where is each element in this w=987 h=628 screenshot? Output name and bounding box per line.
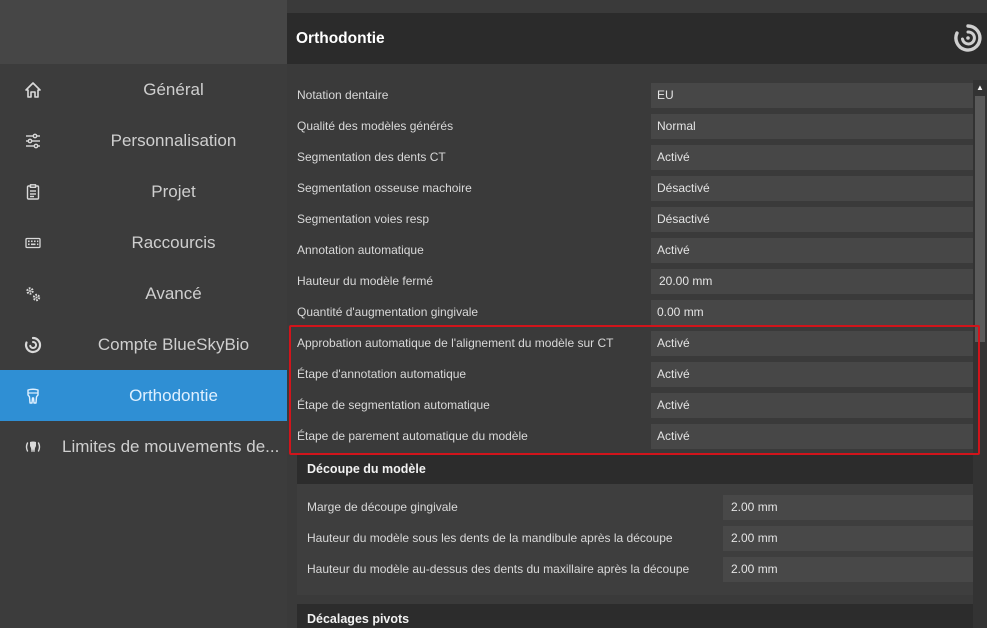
setting-value-dropdown[interactable]: Désactivé [651,207,973,232]
setting-label: Marge de découpe gingivale [307,500,458,514]
blueskybio-logo-icon [953,23,983,53]
sidebar-item-raccourcis[interactable]: Raccourcis [0,217,287,268]
setting-row-hauteur-maxillaire: Hauteur du modèle au-dessus des dents du… [297,554,973,585]
tooth-icon [24,387,42,405]
tooth-movement-icon [24,438,42,456]
sidebar-item-avance[interactable]: Avancé [0,268,287,319]
section-decalages-pivots: Décalages pivots [297,604,973,628]
setting-label: Segmentation voies resp [297,212,430,226]
section-body: Marge de découpe gingivale 2.00 mm Haute… [297,484,973,595]
sidebar-header [0,0,287,64]
sidebar: Général Personnalisation Projet Raccourc… [0,0,287,628]
setting-row-etape-segmentation: Étape de segmentation automatique Activé [287,390,973,421]
setting-value-dropdown[interactable]: Normal [651,114,973,139]
section-header[interactable]: Découpe du modèle [297,454,973,484]
setting-value-input[interactable]: 2.00 mm [723,557,973,582]
sidebar-item-orthodontie[interactable]: Orthodontie [0,370,287,421]
page-title: Orthodontie [296,29,385,47]
setting-value-dropdown[interactable]: Activé [651,424,973,449]
setting-value-input[interactable]: 0.00 mm [651,300,973,325]
setting-row-marge-decoupe: Marge de découpe gingivale 2.00 mm [297,492,973,523]
setting-label: Quantité d'augmentation gingivale [297,305,479,319]
setting-value-dropdown[interactable]: EU [651,83,973,108]
sliders-icon [24,132,42,150]
setting-row-approbation-alignement: Approbation automatique de l'alignement … [287,328,973,359]
vertical-scrollbar[interactable]: ▲ [973,80,987,628]
main-panel: Orthodontie Notation dentaire EU Qualité… [287,0,987,628]
home-icon [24,81,42,99]
setting-label: Étape de parement automatique du modèle [297,429,528,443]
sidebar-item-label: Raccourcis [131,232,216,252]
setting-value-dropdown[interactable]: Activé [651,331,973,356]
sidebar-item-label: Orthodontie [129,385,218,405]
setting-value-dropdown[interactable]: Activé [651,393,973,418]
sidebar-item-personnalisation[interactable]: Personnalisation [0,115,287,166]
sidebar-item-label: Compte BlueSkyBio [97,334,250,354]
scroll-up-arrow-icon[interactable]: ▲ [973,80,987,94]
clipboard-icon [24,183,42,201]
setting-label: Annotation automatique [297,243,424,257]
setting-value-dropdown[interactable]: Désactivé [651,176,973,201]
blueskybio-logo-icon [24,336,42,354]
setting-row-segmentation-dents-ct: Segmentation des dents CT Activé [287,142,973,173]
setting-label: Notation dentaire [297,88,389,102]
setting-row-annotation-automatique: Annotation automatique Activé [287,235,973,266]
section-decoupe-modele: Découpe du modèle Marge de découpe gingi… [297,454,973,595]
setting-value-input[interactable]: 20.00 mm [651,269,973,294]
setting-label: Hauteur du modèle sous les dents de la m… [307,531,673,545]
setting-value-dropdown[interactable]: Activé [651,362,973,387]
gears-icon [24,285,42,303]
setting-label: Segmentation des dents CT [297,150,446,164]
setting-row-hauteur-mandibule: Hauteur du modèle sous les dents de la m… [297,523,973,554]
main-header: Orthodontie [287,13,987,64]
sidebar-item-label: Avancé [145,283,202,303]
sidebar-item-label: Limites de mouvements de... [62,436,280,456]
setting-row-etape-parement: Étape de parement automatique du modèle … [287,421,973,452]
setting-row-qualite-modeles: Qualité des modèles générés Normal [287,111,973,142]
setting-row-notation-dentaire: Notation dentaire EU [287,80,973,111]
sidebar-item-label: Personnalisation [110,130,237,150]
setting-label: Approbation automatique de l'alignement … [297,336,614,350]
section-header[interactable]: Décalages pivots [297,604,973,628]
sidebar-item-label: Général [143,79,204,99]
setting-value-dropdown[interactable]: Activé [651,145,973,170]
setting-row-segmentation-osseuse: Segmentation osseuse machoire Désactivé [287,173,973,204]
sidebar-item-projet[interactable]: Projet [0,166,287,217]
sidebar-item-general[interactable]: Général [0,64,287,115]
settings-list: Notation dentaire EU Qualité des modèles… [287,80,973,452]
sidebar-item-label: Projet [151,181,196,201]
sidebar-nav: Général Personnalisation Projet Raccourc… [0,64,287,472]
setting-row-augmentation-gingivale: Quantité d'augmentation gingivale 0.00 m… [287,297,973,328]
setting-label: Étape d'annotation automatique [297,367,467,381]
setting-label: Hauteur du modèle au-dessus des dents du… [307,562,690,576]
setting-row-etape-annotation: Étape d'annotation automatique Activé [287,359,973,390]
sidebar-item-limites-mouvements[interactable]: Limites de mouvements de... [0,421,287,472]
setting-label: Hauteur du modèle fermé [297,274,434,288]
setting-row-segmentation-voies-resp: Segmentation voies resp Désactivé [287,204,973,235]
setting-label: Étape de segmentation automatique [297,398,490,412]
setting-value-input[interactable]: 2.00 mm [723,526,973,551]
keyboard-icon [24,234,42,252]
setting-label: Segmentation osseuse machoire [297,181,472,195]
setting-value-input[interactable]: 2.00 mm [723,495,973,520]
sidebar-item-compte-blueskybio[interactable]: Compte BlueSkyBio [0,319,287,370]
setting-row-hauteur-modele-ferme: Hauteur du modèle fermé 20.00 mm [287,266,973,297]
scrollbar-thumb[interactable] [975,96,985,342]
setting-value-dropdown[interactable]: Activé [651,238,973,263]
setting-label: Qualité des modèles générés [297,119,454,133]
